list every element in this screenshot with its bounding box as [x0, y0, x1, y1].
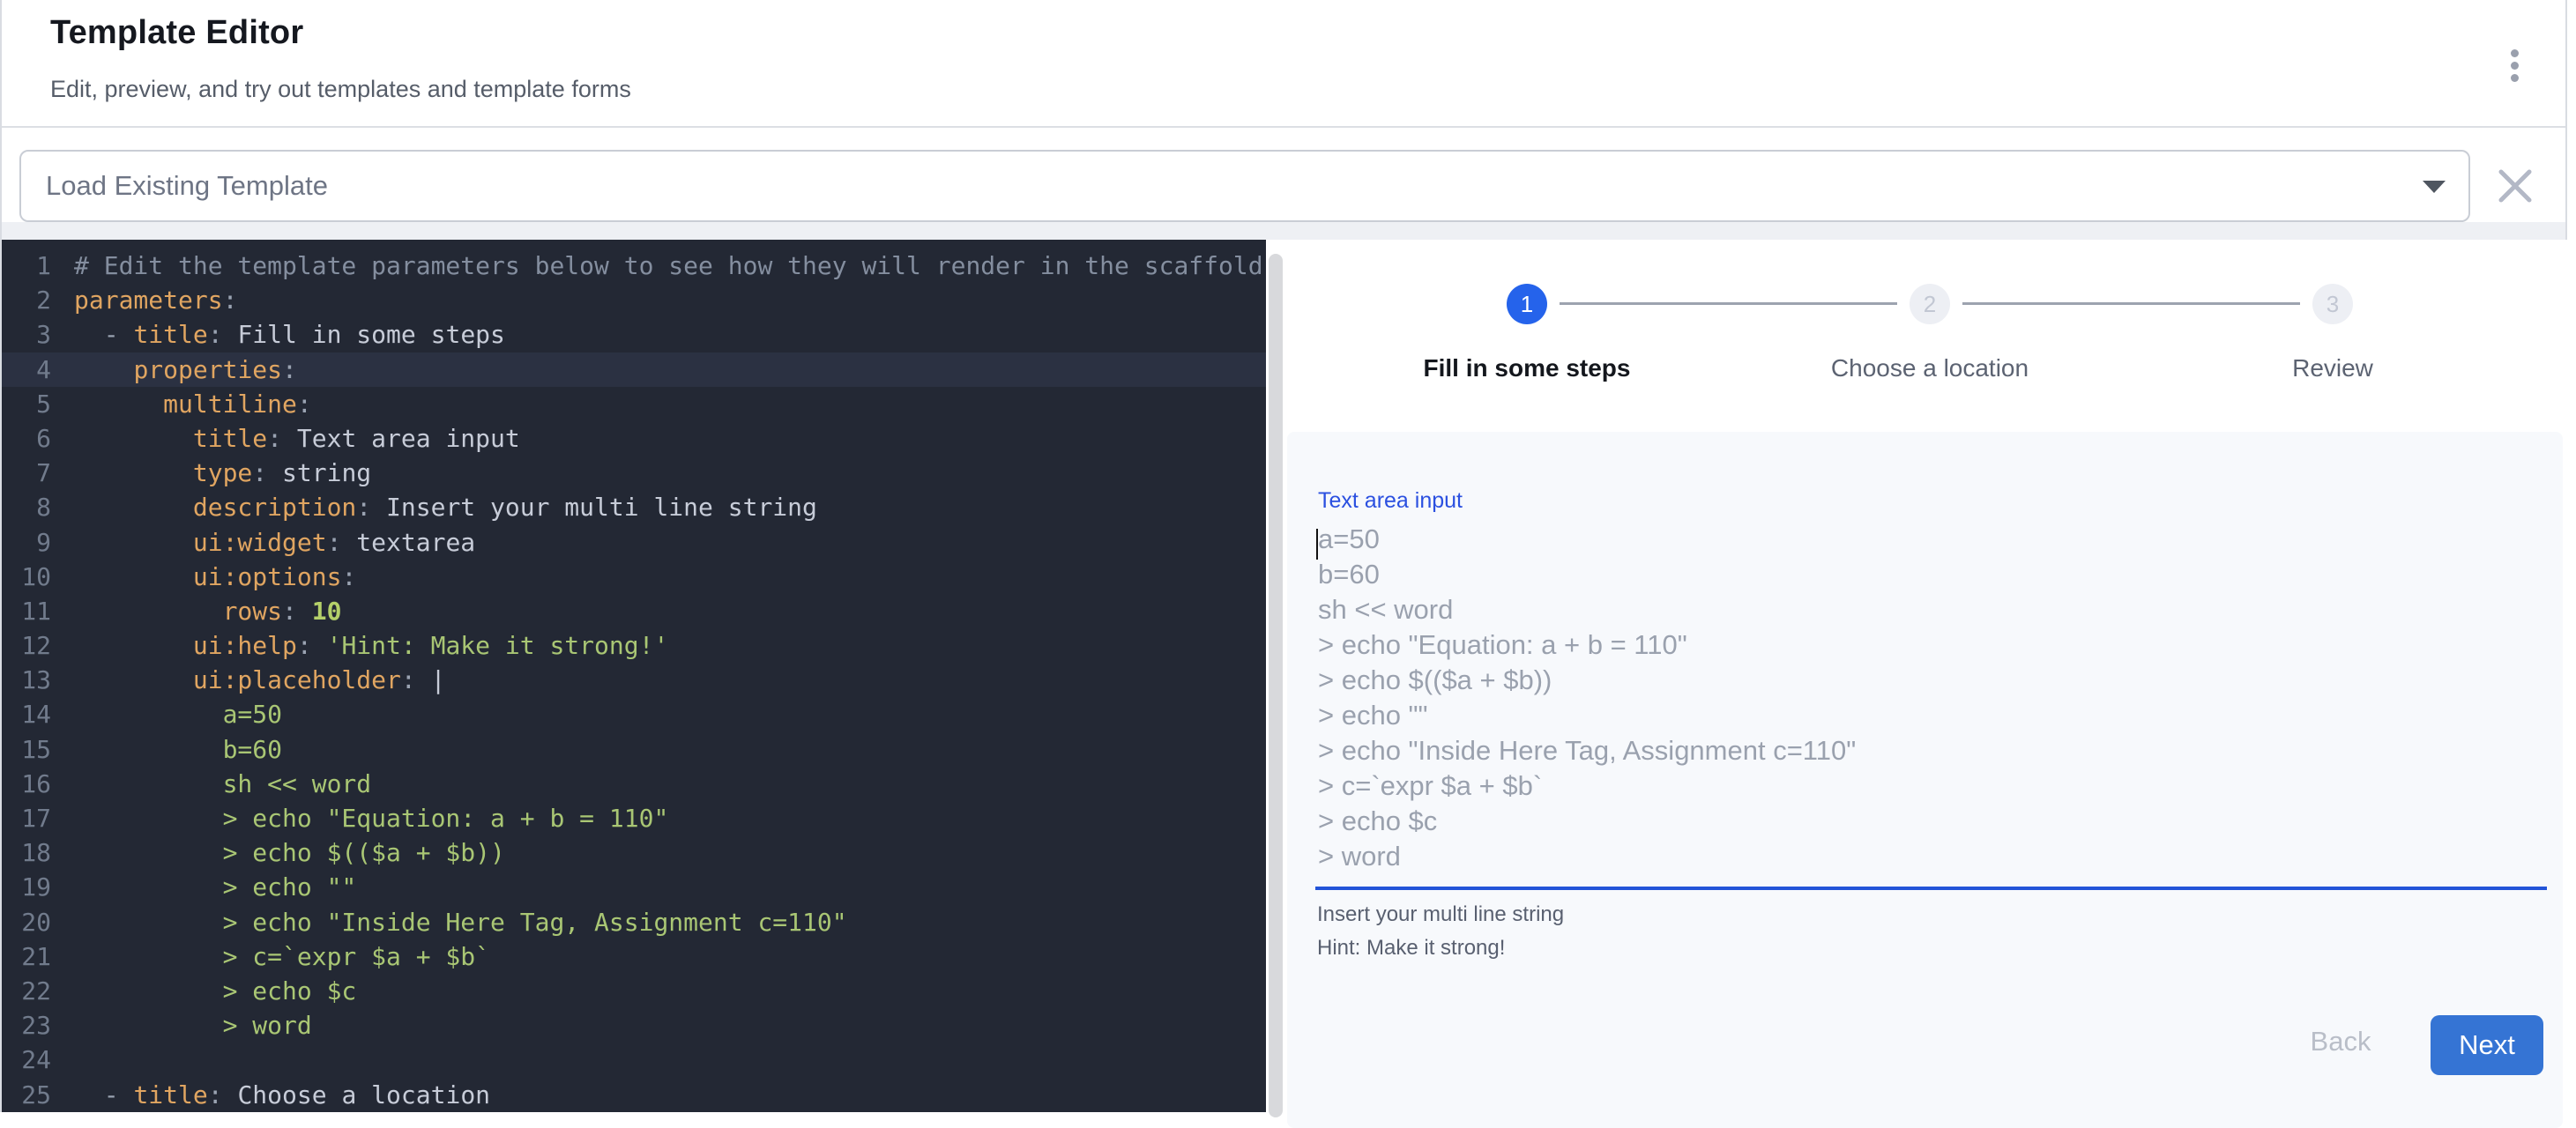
- textarea-placeholder-line: a=50: [1318, 522, 2530, 557]
- code-line: 10 ui:options:: [2, 560, 1266, 594]
- page-title: Template Editor: [50, 14, 303, 52]
- line-number: 3: [2, 317, 51, 352]
- multiline-textarea[interactable]: a=50b=60sh << word> echo "Equation: a + …: [1314, 522, 2530, 883]
- line-number: 13: [2, 663, 51, 697]
- textarea-placeholder-line: > echo $(($a + $b)): [1318, 663, 2530, 698]
- step-connector: [1560, 302, 1897, 305]
- textarea-placeholder-line: > echo $c: [1318, 804, 2530, 839]
- code-line: 1# Edit the template parameters below to…: [2, 249, 1266, 283]
- line-number: 8: [2, 490, 51, 524]
- step-label: Review: [2130, 354, 2535, 382]
- textarea-placeholder-line: > echo "": [1318, 698, 2530, 733]
- code-line: 24: [2, 1043, 1266, 1077]
- page-header: Template Editor Edit, preview, and try o…: [2, 0, 2565, 128]
- form-card: Text area input a=50b=60sh << word> echo…: [1287, 432, 2563, 1128]
- field-help-text: Hint: Make it strong!: [1317, 936, 1505, 961]
- step-circle-3: 3: [2312, 284, 2353, 324]
- code-line: 19 > echo "": [2, 870, 1266, 904]
- line-number: 21: [2, 939, 51, 974]
- step-label: Choose a location: [1727, 354, 2133, 382]
- code-line: 25 - title: Choose a location: [2, 1078, 1266, 1112]
- line-number: 15: [2, 732, 51, 767]
- line-number: 9: [2, 525, 51, 560]
- section-divider: [2, 222, 2565, 240]
- step-circle-1: 1: [1507, 284, 1547, 324]
- code-line: 18 > echo $(($a + $b)): [2, 835, 1266, 870]
- code-line: 16 sh << word: [2, 767, 1266, 801]
- dropdown-caret-icon[interactable]: [2423, 181, 2446, 193]
- line-number: 7: [2, 456, 51, 490]
- code-line: 7 type: string: [2, 456, 1266, 490]
- step-circle-2: 2: [1910, 284, 1950, 324]
- textarea-placeholder-lines: a=50b=60sh << word> echo "Equation: a + …: [1314, 522, 2530, 874]
- template-loader-row: Load Existing Template: [2, 128, 2565, 222]
- combobox-placeholder: Load Existing Template: [46, 152, 328, 220]
- back-button[interactable]: Back: [2283, 1013, 2398, 1070]
- next-button[interactable]: Next: [2431, 1015, 2543, 1075]
- line-number: 20: [2, 905, 51, 939]
- code-line: 22 > echo $c: [2, 974, 1266, 1008]
- line-number: 10: [2, 560, 51, 594]
- line-number: 2: [2, 283, 51, 317]
- editor-scrollbar[interactable]: [1269, 254, 1283, 1117]
- line-number: 16: [2, 767, 51, 801]
- code-line: 20 > echo "Inside Here Tag, Assignment c…: [2, 905, 1266, 939]
- code-line: 4 properties:: [2, 352, 1266, 387]
- clear-template-button[interactable]: [2488, 159, 2542, 213]
- field-description: Insert your multi line string: [1317, 902, 1564, 927]
- step-label: Fill in some steps: [1324, 354, 1730, 382]
- step-connector: [1962, 302, 2300, 305]
- line-number: 23: [2, 1008, 51, 1043]
- textarea-placeholder-line: > word: [1318, 839, 2530, 874]
- line-number: 4: [2, 352, 51, 387]
- textarea-placeholder-line: > echo "Inside Here Tag, Assignment c=11…: [1318, 733, 2530, 768]
- more-vert-icon: [2511, 49, 2519, 82]
- line-number: 1: [2, 249, 51, 283]
- code-line: 17 > echo "Equation: a + b = 110": [2, 801, 1266, 835]
- load-template-combobox[interactable]: Load Existing Template: [19, 150, 2470, 222]
- textarea-placeholder-line: sh << word: [1318, 592, 2530, 627]
- more-options-button[interactable]: [2481, 32, 2548, 99]
- input-focus-underline: [1315, 887, 2547, 890]
- code-line: 9 ui:widget: textarea: [2, 525, 1266, 560]
- field-label: Text area input: [1318, 488, 1463, 514]
- split-view: 1# Edit the template parameters below to…: [2, 240, 2565, 1112]
- line-number: 5: [2, 387, 51, 421]
- line-number: 12: [2, 628, 51, 663]
- code-line: 3 - title: Fill in some steps: [2, 317, 1266, 352]
- code-line: 2parameters:: [2, 283, 1266, 317]
- code-line: 14 a=50: [2, 697, 1266, 731]
- code-line: 13 ui:placeholder: |: [2, 663, 1266, 697]
- code-editor[interactable]: 1# Edit the template parameters below to…: [2, 240, 1266, 1112]
- editor-lines: 1# Edit the template parameters below to…: [2, 240, 1266, 1112]
- template-editor-page: Template Editor Edit, preview, and try o…: [0, 0, 2567, 1112]
- code-line: 12 ui:help: 'Hint: Make it strong!': [2, 628, 1266, 663]
- code-line: 21 > c=`expr $a + $b`: [2, 939, 1266, 974]
- code-line: 15 b=60: [2, 732, 1266, 767]
- template-preview-panel: 1 Fill in some steps 2 Choose a location 3 Re…: [1284, 240, 2567, 1112]
- code-line: 23 > word: [2, 1008, 1266, 1043]
- code-line: 8 description: Insert your multi line st…: [2, 490, 1266, 524]
- line-number: 18: [2, 835, 51, 870]
- text-cursor: [1316, 529, 1318, 560]
- code-line: 5 multiline:: [2, 387, 1266, 421]
- line-number: 14: [2, 697, 51, 731]
- code-line: 11 rows: 10: [2, 594, 1266, 628]
- line-number: 11: [2, 594, 51, 628]
- line-number: 19: [2, 870, 51, 904]
- line-number: 25: [2, 1078, 51, 1112]
- textarea-placeholder-line: > echo "Equation: a + b = 110": [1318, 627, 2530, 663]
- textarea-placeholder-line: > c=`expr $a + $b`: [1318, 768, 2530, 804]
- line-number: 22: [2, 974, 51, 1008]
- code-line: 6 title: Text area input: [2, 421, 1266, 456]
- stepper: 1 Fill in some steps 2 Choose a location 3 Re…: [1284, 240, 2567, 432]
- line-number: 24: [2, 1043, 51, 1077]
- line-number: 17: [2, 801, 51, 835]
- textarea-placeholder-line: b=60: [1318, 557, 2530, 592]
- close-icon: [2496, 167, 2535, 205]
- line-number: 6: [2, 421, 51, 456]
- page-subtitle: Edit, preview, and try out templates and…: [50, 76, 631, 103]
